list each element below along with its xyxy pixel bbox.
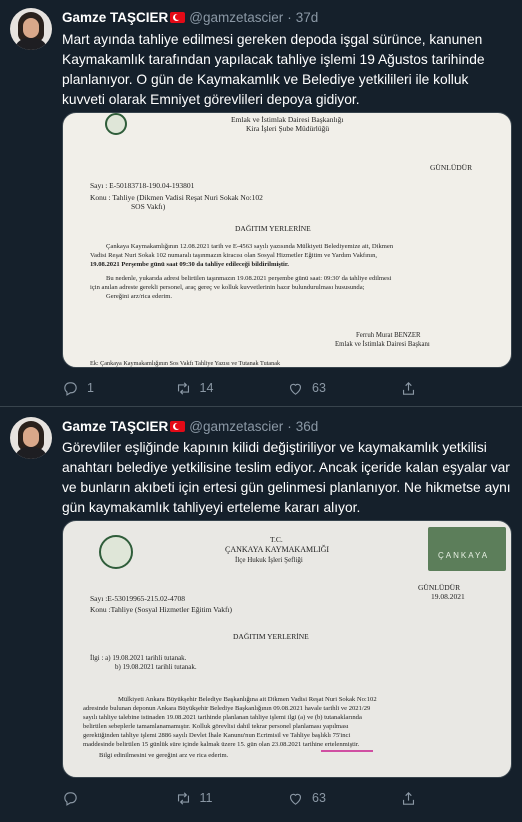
tweet-header: Gamze TAŞCIER @gamzetascier · 36d xyxy=(62,417,318,435)
tweet-header: Gamze TAŞCIER @gamzetascier · 37d xyxy=(62,8,318,26)
doc-paragraph-1: Mülkiyeti Ankara Büyükşehir Belediye Baş… xyxy=(118,696,377,703)
tweet-image-document[interactable]: T.C. ÇANKAYA KAYMAKAMLIĞI İlçe Hukuk İşl… xyxy=(62,520,512,778)
doc-mudurluk: İlçe Hukuk İşleri Şefliği xyxy=(235,556,303,564)
doc-paragraph-5: gerektiğinden tahliye işlemi 2886 sayılı… xyxy=(83,732,351,739)
avatar-shirt xyxy=(14,447,48,459)
doc-paragraph-3: sayılı tahliye talebine istinaden 19.08.… xyxy=(83,714,362,721)
doc-ilgi-b: b) 19.08.2021 tarihli tutanak. xyxy=(115,663,197,671)
doc-konu: Konu : Tahliye (Dikmen Vadisi Reşat Nuri… xyxy=(90,193,263,202)
doc-ilgi-a: İlgi : a) 19.08.2021 tarihli tutanak. xyxy=(90,654,187,662)
tweet-image-document[interactable]: Emlak ve İstimlak Dairesi Başkanlığı Kir… xyxy=(62,112,512,368)
doc-paragraph-1b: Vadisi Reşat Nuri Sokak 102 numaralı taş… xyxy=(90,252,378,259)
cankaya-logo xyxy=(428,527,506,571)
tweet-time[interactable]: 37d xyxy=(296,10,319,25)
share-icon xyxy=(402,791,414,805)
tweet-actions: 11 63 xyxy=(62,788,512,808)
retweet-button[interactable]: 11 xyxy=(175,790,288,807)
user-handle[interactable]: @gamzetascier xyxy=(189,419,283,434)
doc-paragraph-1a: Çankaya Kaymakamlığının 12.08.2021 tarih… xyxy=(106,243,394,250)
doc-header-line1: Emlak ve İstimlak Dairesi Başkanlığı xyxy=(231,115,344,124)
share-button[interactable] xyxy=(400,790,513,807)
reply-button[interactable] xyxy=(62,790,175,807)
tweet-actions: 1 14 63 xyxy=(62,378,512,398)
tweet-text: Mart ayında tahliye edilmesi gereken dep… xyxy=(62,32,485,107)
doc-dagitim: DAĞITIM YERLERİNE xyxy=(235,224,311,233)
tweet-text: Görevliler eşliğinde kapının kilidi deği… xyxy=(62,440,511,515)
doc-urgency: GÜNLÜDÜR xyxy=(418,583,461,592)
display-name[interactable]: Gamze TAŞCIER xyxy=(62,419,168,434)
display-name[interactable]: Gamze TAŞCIER xyxy=(62,10,168,25)
doc-paragraph-7: Bilgi edinilmesini ve gereğini arz ve ri… xyxy=(99,752,229,759)
like-count: 63 xyxy=(312,791,326,805)
like-button[interactable]: 63 xyxy=(287,790,400,807)
retweet-icon xyxy=(177,381,189,395)
separator-dot: · xyxy=(287,418,292,434)
logo-text: ÇANKAYA xyxy=(438,551,490,560)
share-icon xyxy=(402,381,414,395)
doc-dagitim: DAĞITIM YERLERİNE xyxy=(233,632,309,641)
avatar-face xyxy=(23,18,39,38)
tweet-2[interactable]: Gamze TAŞCIER @gamzetascier · 36d Görevl… xyxy=(0,407,522,822)
avatar-face xyxy=(23,427,39,447)
doc-header-line2: Kira İşleri Şube Müdürlüğü xyxy=(246,124,330,133)
doc-paragraph-2c: Gereğini arz/rica ederim. xyxy=(106,293,173,300)
tweet-time[interactable]: 36d xyxy=(296,419,319,434)
retweet-count: 14 xyxy=(199,381,214,395)
heart-icon xyxy=(289,383,302,395)
turkey-flag-icon xyxy=(170,420,186,432)
doc-sayi: Sayı : E-50183718-190.04-193801 xyxy=(90,181,195,190)
doc-kaymakamlik: ÇANKAYA KAYMAKAMLIĞI xyxy=(225,545,330,554)
reply-icon xyxy=(64,381,77,396)
municipality-seal xyxy=(99,535,133,569)
like-button[interactable]: 63 xyxy=(287,380,400,397)
share-button[interactable] xyxy=(400,380,513,397)
doc-date: 19.08.2021 xyxy=(431,592,465,601)
avatar[interactable] xyxy=(10,417,52,459)
doc-ek: Ek: Çankaya Kaymakamlığının Sos Vakfı Ta… xyxy=(90,360,281,367)
turkey-flag-icon xyxy=(170,11,186,23)
reply-icon xyxy=(64,791,77,806)
doc-sayi: Sayı :E-53019965-215.02-4708 xyxy=(90,594,185,603)
avatar[interactable] xyxy=(10,8,52,50)
doc-paragraph-2b: için anılan adreste gerekli personel, ar… xyxy=(90,284,365,291)
doc-paragraph-2: adresinde bulunan deponun Ankara Büyükşe… xyxy=(83,705,371,712)
avatar-shirt xyxy=(14,38,48,50)
retweet-button[interactable]: 14 xyxy=(175,380,288,397)
doc-konu-2: SOS Vakfı) xyxy=(131,202,166,211)
doc-signer-title: Emlak ve İstimlak Dairesi Başkanı xyxy=(335,341,430,348)
retweet-count: 11 xyxy=(199,791,213,805)
like-count: 63 xyxy=(312,381,326,395)
tweet-1[interactable]: Gamze TAŞCIER @gamzetascier · 37d Mart a… xyxy=(0,0,522,405)
doc-signer: Ferruh Murat BENZER xyxy=(356,332,421,339)
doc-konu: Konu :Tahliye (Sosyal Hizmetler Eğitim V… xyxy=(90,605,233,614)
municipality-seal xyxy=(105,113,127,135)
reply-count: 1 xyxy=(87,381,94,395)
doc-tc: T.C. xyxy=(270,535,283,544)
doc-paragraph-2a: Bu nedenle, yukarıda adresi belirtilen t… xyxy=(106,275,392,282)
user-handle[interactable]: @gamzetascier xyxy=(189,10,283,25)
doc-paragraph-6: maddesinde belirtilen 15 günlük süre içi… xyxy=(83,741,360,748)
doc-paragraph-1c: 19.08.2021 Perşembe günü saat 09:30 da t… xyxy=(90,261,289,268)
retweet-icon xyxy=(177,791,189,805)
reply-button[interactable]: 1 xyxy=(62,380,175,397)
heart-icon xyxy=(289,793,302,805)
doc-paragraph-4: belirtilen sebeplerle tamamlanamamıştır.… xyxy=(83,723,349,730)
doc-urgency: GÜNLÜDÜR xyxy=(430,163,473,172)
highlight-underline xyxy=(321,750,373,752)
separator-dot: · xyxy=(287,9,292,25)
